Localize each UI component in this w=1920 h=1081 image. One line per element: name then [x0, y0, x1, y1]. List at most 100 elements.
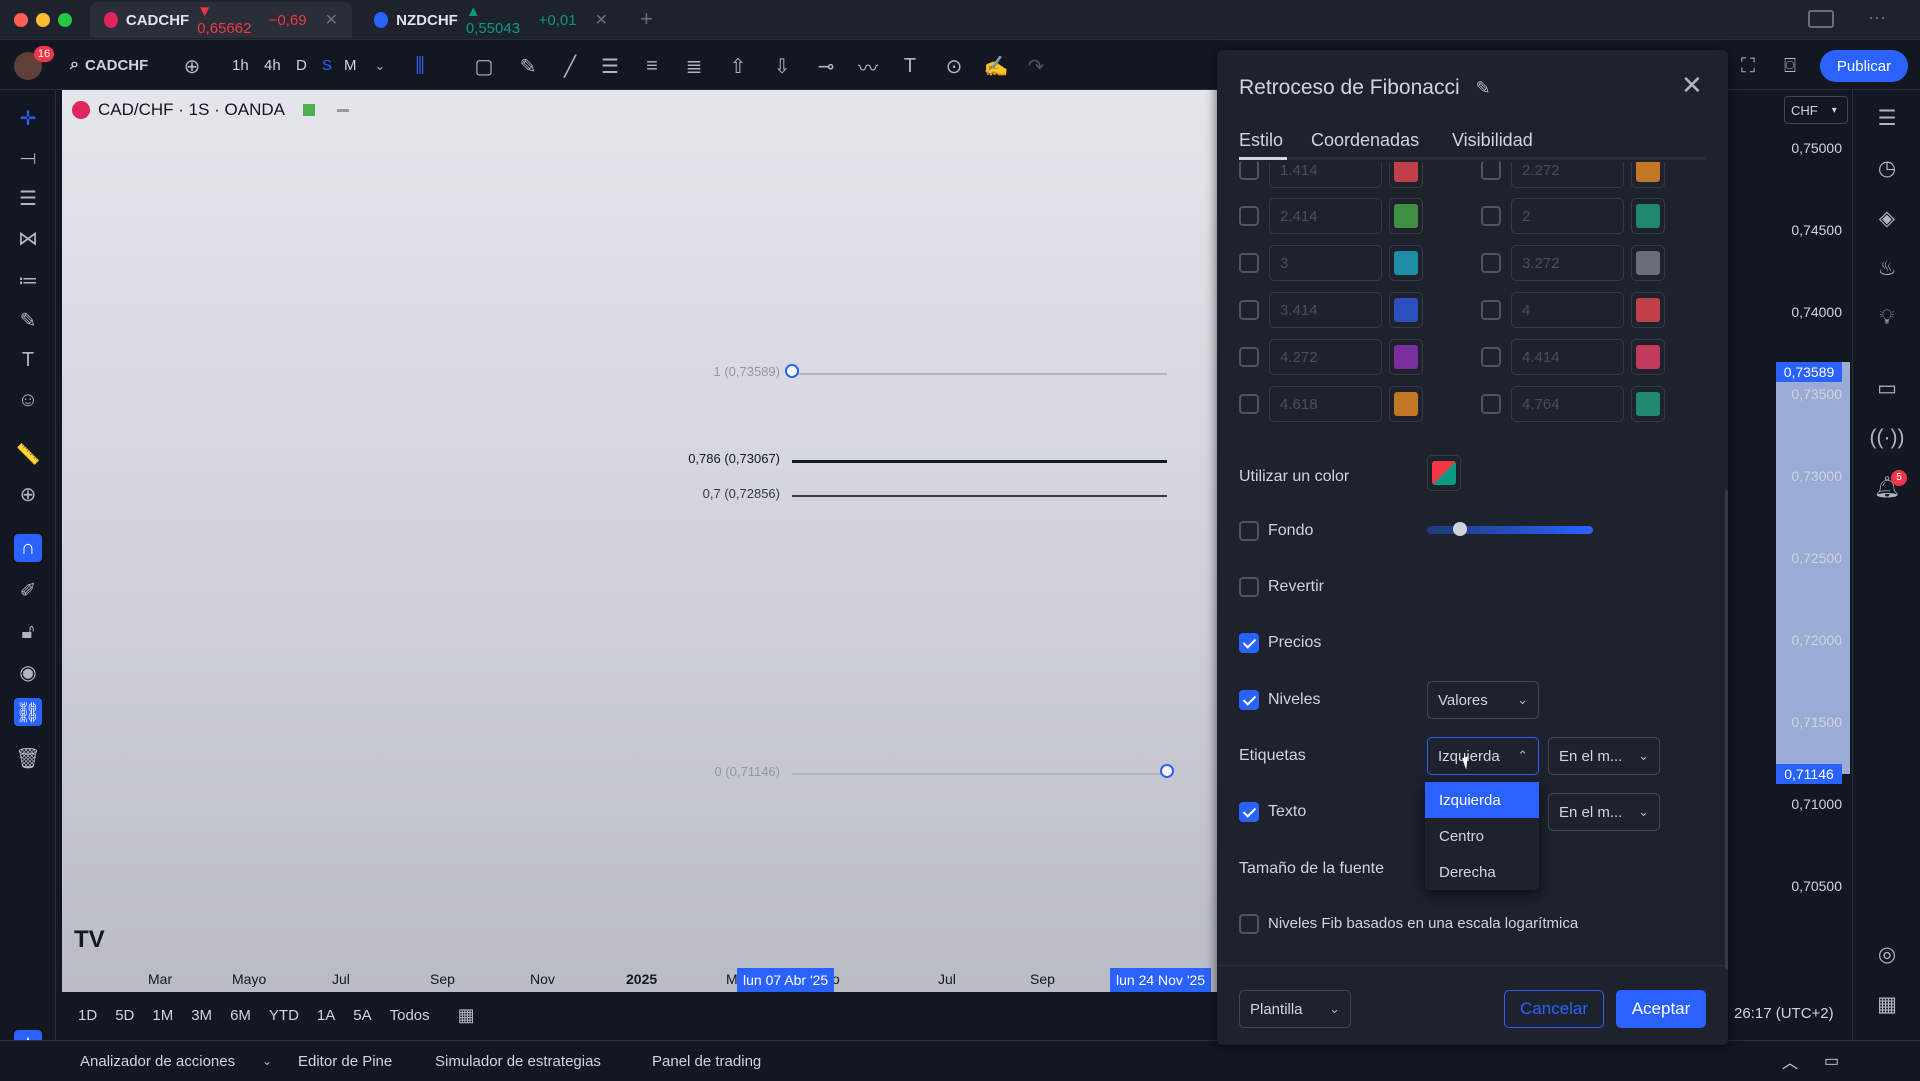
level-checkbox[interactable] [1239, 162, 1259, 180]
brush-icon[interactable]: ✎ [14, 306, 42, 334]
tab-visibility[interactable]: Visibilidad [1452, 130, 1533, 151]
option-left[interactable]: Izquierda [1425, 782, 1539, 818]
level-color-swatch[interactable] [1631, 245, 1665, 281]
minimize-window-button[interactable] [36, 13, 50, 27]
dialog-scrollbar[interactable] [1725, 490, 1728, 970]
arrow-down-icon[interactable]: ⇩ [768, 52, 796, 80]
maximize-window-button[interactable] [58, 13, 72, 27]
crosshair-icon[interactable]: ✛ [14, 104, 42, 132]
pencil-icon[interactable]: ✎ [1475, 78, 1490, 98]
fib-anchor-handle[interactable] [1160, 764, 1174, 778]
new-tab-button[interactable]: + [640, 6, 653, 32]
interval-m[interactable]: M [344, 40, 357, 90]
level-value-input[interactable]: 2.272 [1511, 162, 1624, 188]
publish-button[interactable]: Publicar [1820, 50, 1908, 82]
close-icon[interactable]: ✕ [1681, 70, 1703, 101]
tab-trading-panel[interactable]: Panel de trading [652, 1041, 761, 1081]
level-checkbox[interactable] [1239, 253, 1259, 273]
pattern-icon[interactable]: ⋈ [14, 224, 42, 252]
option-right[interactable]: Derecha [1425, 854, 1539, 890]
interval-4h[interactable]: 4h [264, 40, 281, 90]
close-tab-icon[interactable]: ✕ [595, 10, 608, 30]
accept-button[interactable]: Aceptar [1616, 990, 1706, 1028]
fib-anchor-handle[interactable] [785, 364, 799, 378]
flag-icon[interactable] [303, 104, 316, 116]
maximize-panel-icon[interactable]: ▭ [1824, 1041, 1839, 1081]
more-icon[interactable]: ⋯ [1868, 8, 1886, 29]
range-button[interactable]: 3M [191, 1007, 212, 1024]
chat-icon[interactable]: ▭ [1873, 374, 1901, 402]
fib-levels-icon[interactable]: ☰ [14, 184, 42, 212]
emoji-icon[interactable]: ☺ [14, 386, 42, 414]
symbol-search-button[interactable]: ⌕ CADCHF [70, 40, 148, 90]
clock-readout[interactable]: 26:17 (UTC+2) [1734, 1005, 1834, 1022]
level-checkbox[interactable] [1481, 253, 1501, 273]
interval-d[interactable]: D [296, 40, 307, 90]
range-button[interactable]: 1D [78, 1007, 97, 1024]
one-color-swatch[interactable] [1427, 455, 1461, 491]
line-tool-icon[interactable]: ⟞ [14, 144, 42, 172]
range-button[interactable]: 1M [152, 1007, 173, 1024]
range-button[interactable]: Todos [390, 1007, 430, 1024]
labels-vertical-select[interactable]: En el m... ⌄ [1548, 737, 1660, 775]
level-value-input[interactable]: 4.414 [1511, 339, 1624, 375]
text-tool-icon[interactable]: T [896, 52, 924, 80]
level-value-input[interactable]: 3.272 [1511, 245, 1624, 281]
log-scale-checkbox[interactable] [1239, 914, 1259, 934]
link-icon[interactable]: ⛓ [14, 698, 42, 726]
range-button[interactable]: YTD [269, 1007, 299, 1024]
time-axis[interactable]: Mar Mayo Jul Sep Nov 2025 Mo Jul Sep lun 07 Abr '… [62, 968, 1217, 992]
text-icon[interactable]: T [14, 346, 42, 374]
level-color-swatch[interactable] [1389, 386, 1423, 422]
level-color-swatch[interactable] [1631, 162, 1665, 188]
background-checkbox[interactable] [1239, 521, 1259, 541]
camera-icon[interactable]: ⌼ [1776, 52, 1804, 80]
range-button[interactable]: 1A [317, 1007, 335, 1024]
level-value-input[interactable]: 3 [1269, 245, 1382, 281]
prices-checkbox[interactable] [1239, 633, 1259, 653]
fib-level-line[interactable] [792, 460, 1167, 463]
currency-select[interactable]: CHF ▾ [1784, 96, 1848, 124]
chevron-down-icon[interactable]: ⌄ [366, 52, 394, 80]
calendar-icon[interactable]: ▦ [1873, 990, 1901, 1018]
level-value-input[interactable]: 3.414 [1269, 292, 1382, 328]
close-window-button[interactable] [14, 13, 28, 27]
level-color-swatch[interactable] [1631, 339, 1665, 375]
range-button[interactable]: 5D [115, 1007, 134, 1024]
arrow-up-icon[interactable]: ⇧ [724, 52, 752, 80]
chart-pane[interactable]: CAD/CHF · 1S · OANDA 1 (0,73589) 0,786 (0… [62, 90, 1217, 992]
hotlist-icon[interactable]: ♨ [1873, 254, 1901, 282]
fib-level-line[interactable] [792, 495, 1167, 497]
interval-s[interactable]: S [322, 40, 332, 90]
range-button[interactable]: 5A [353, 1007, 371, 1024]
target-icon[interactable]: ◎ [1873, 940, 1901, 968]
interval-1h[interactable]: 1h [232, 40, 249, 90]
level-value-input[interactable]: 4.272 [1269, 339, 1382, 375]
browser-tab-nzdchf[interactable]: NZDCHF ▲ 0,55043 +0,01 ✕ [360, 2, 622, 38]
layout-icon[interactable] [1808, 10, 1834, 28]
level-color-swatch[interactable] [1389, 198, 1423, 234]
chevron-up-icon[interactable]: ︿ [1782, 1041, 1798, 1081]
tab-strategy-tester[interactable]: Simulador de estrategias [435, 1041, 601, 1081]
fib-level-line[interactable] [792, 373, 1167, 375]
level-checkbox[interactable] [1481, 162, 1501, 180]
level-color-swatch[interactable] [1389, 245, 1423, 281]
compare-add-icon[interactable]: ⊕ [178, 52, 206, 80]
level-checkbox[interactable] [1481, 300, 1501, 320]
broadcast-icon[interactable]: ((·)) [1870, 424, 1905, 452]
fullscreen-icon[interactable]: ⛶ [1734, 52, 1762, 80]
close-tab-icon[interactable]: ✕ [325, 10, 338, 30]
magnet-icon[interactable]: ∩ [14, 534, 42, 562]
forecast-icon[interactable]: ≔ [14, 266, 42, 294]
trash-icon[interactable]: 🗑︎ [14, 744, 42, 772]
fib-extension-icon[interactable]: ≣ [680, 52, 708, 80]
calendar-icon[interactable]: ▦ [458, 1005, 475, 1026]
level-checkbox[interactable] [1481, 347, 1501, 367]
collapse-icon[interactable] [337, 108, 350, 112]
reverse-checkbox[interactable] [1239, 577, 1259, 597]
lock-icon[interactable]: 🔓︎ [14, 618, 42, 646]
background-opacity-slider[interactable] [1427, 526, 1593, 534]
level-color-swatch[interactable] [1389, 339, 1423, 375]
cancel-button[interactable]: Cancelar [1504, 990, 1604, 1028]
level-checkbox[interactable] [1239, 394, 1259, 414]
